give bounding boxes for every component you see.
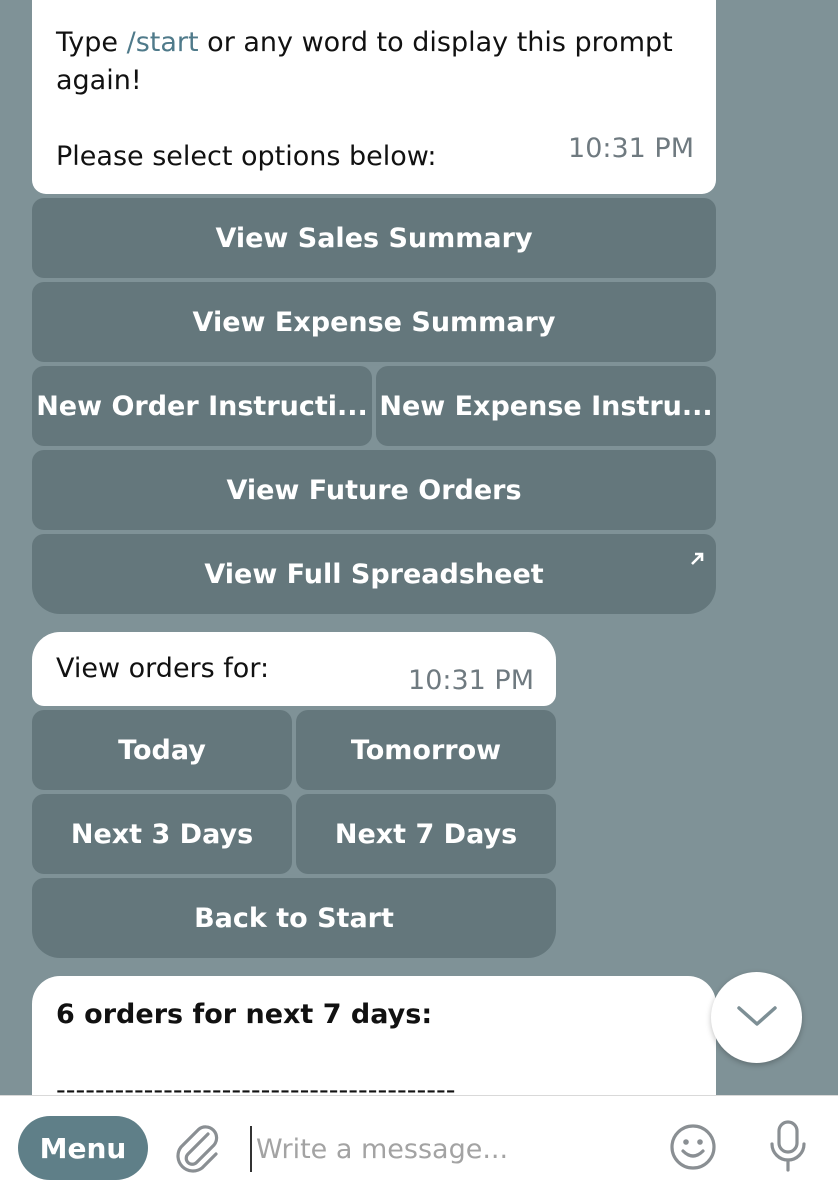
arrow-up-right-icon [688, 544, 706, 575]
new-order-instructions-button[interactable]: New Order Instructi... [32, 366, 372, 446]
view-expense-summary-button[interactable]: View Expense Summary [32, 282, 716, 362]
message-timestamp: 10:31 PM [568, 133, 694, 164]
view-full-spreadsheet-label: View Full Spreadsheet [204, 558, 544, 590]
view-full-spreadsheet-button[interactable]: View Full Spreadsheet [32, 534, 716, 614]
view-future-orders-button[interactable]: View Future Orders [32, 450, 716, 530]
back-to-start-button[interactable]: Back to Start [32, 878, 556, 958]
paperclip-icon[interactable] [172, 1120, 222, 1178]
message-bubble-orders-list: 6 orders for next 7 days: --------------… [32, 976, 716, 1095]
new-expense-instructions-button[interactable]: New Expense Instru... [376, 366, 716, 446]
scroll-down-button[interactable] [711, 972, 802, 1063]
message-composer: Menu [0, 1095, 838, 1199]
next-7-days-button[interactable]: Next 7 Days [296, 794, 556, 874]
chat-area[interactable]: Type /start or any word to display this … [0, 0, 838, 1095]
orders-divider: ----------------------------------------… [56, 1075, 456, 1095]
message-input[interactable] [250, 1126, 638, 1172]
microphone-icon[interactable] [764, 1118, 812, 1180]
chevron-down-icon [735, 1003, 779, 1033]
menu-button[interactable]: Menu [18, 1116, 148, 1180]
orders-title: 6 orders for next 7 days: [56, 999, 433, 1030]
next-3-days-button[interactable]: Next 3 Days [32, 794, 292, 874]
today-button[interactable]: Today [32, 710, 292, 790]
smiley-icon[interactable] [666, 1120, 720, 1178]
start-command-link[interactable]: /start [127, 27, 199, 58]
message-timestamp: 10:31 PM [408, 665, 534, 696]
view-sales-summary-button[interactable]: View Sales Summary [32, 198, 716, 278]
message-line-1: Type /start or any word to display this … [56, 27, 673, 58]
message-line-2: again! [56, 65, 142, 96]
message-bubble-view-orders: View orders for: 10:31 PM [32, 632, 556, 706]
tomorrow-button[interactable]: Tomorrow [296, 710, 556, 790]
message-bubble-start-prompt: Type /start or any word to display this … [32, 0, 716, 194]
